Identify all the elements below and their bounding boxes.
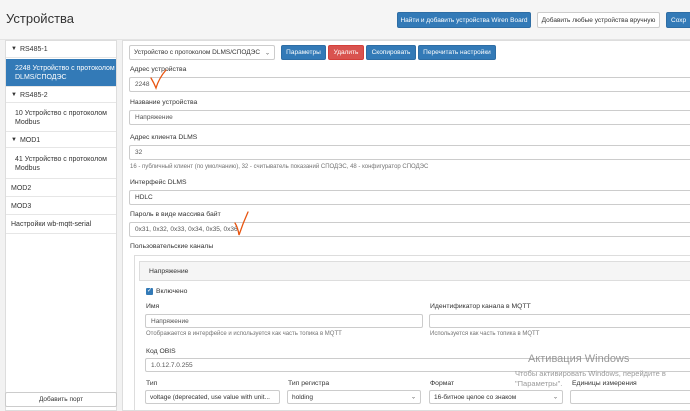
checkmark-annotation-icon	[150, 69, 167, 90]
register-type-value: holding	[292, 393, 313, 401]
units-input[interactable]	[570, 390, 690, 404]
parameters-button[interactable]: Параметры	[281, 45, 326, 60]
channel-name-help: Отображается в интерфейсе и используется…	[146, 331, 342, 337]
sidebar-item-mod1[interactable]: ▼ MOD1	[6, 133, 116, 148]
register-type-select[interactable]: holding ⌄	[287, 390, 421, 404]
checkmark-annotation-icon	[234, 211, 249, 236]
channel-header-title: Напряжение	[149, 268, 189, 275]
watermark-line-1: Чтобы активировать Windows, перейдите в	[515, 369, 666, 378]
channels-label: Пользовательские каналы	[130, 243, 214, 250]
sidebar-item-serial-settings[interactable]: Настройки wb-mqtt-serial	[6, 216, 116, 234]
copy-button[interactable]: Скопировать	[366, 45, 416, 60]
sidebar-item-mod2[interactable]: MOD2	[6, 180, 116, 197]
password-label: Пароль в виде массива байт	[130, 211, 221, 218]
address-value: 2248	[135, 81, 150, 88]
channel-header[interactable]: Напряжение	[139, 261, 690, 281]
save-button[interactable]: Сохр	[666, 12, 690, 28]
mqtt-id-input[interactable]	[429, 314, 690, 328]
type-select[interactable]: voltage (deprecated, use value with unit…	[145, 390, 280, 404]
add-port-button[interactable]: Добавить порт	[5, 392, 117, 407]
sidebar-item-device-41[interactable]: 41 Устройство с протоколом Modbus	[6, 149, 116, 179]
password-value: 0x31, 0x32, 0x33, 0x34, 0x35, 0x36	[135, 226, 238, 233]
sidebar-item-label: 10 Устройство с протоколом Modbus	[15, 109, 107, 126]
chevron-down-icon: ▼	[11, 91, 17, 98]
device-name-input[interactable]: Напряжение	[129, 110, 690, 125]
obis-label: Код OBIS	[146, 348, 176, 355]
mqtt-id-label: Идентификатор канала в MQTT	[430, 303, 531, 310]
type-label: Тип	[146, 380, 158, 387]
reread-settings-button[interactable]: Перечитать настройки	[418, 45, 496, 60]
format-select[interactable]: 16-битное целое со знаком ⌄	[429, 390, 563, 404]
sidebar-item-rs485-2[interactable]: ▼ RS485-2	[6, 88, 116, 103]
sidebar-item-device-2248[interactable]: 2248 Устройство с протоколом DLMS/СПОДЭС	[6, 59, 116, 87]
channel-name-input[interactable]: Напряжение	[145, 314, 423, 328]
page-title: Устройства	[6, 11, 75, 26]
add-device-manually-button[interactable]: Добавить любые устройства вручную	[537, 12, 660, 28]
format-label: Формат	[430, 380, 455, 387]
delete-button[interactable]: Удалить	[328, 45, 364, 60]
chevron-down-icon: ⌄	[410, 394, 416, 401]
sidebar-item-label: MOD3	[11, 202, 32, 210]
interface-select[interactable]: HDLC	[129, 190, 690, 205]
sidebar-item-rs485-1[interactable]: ▼ RS485-1	[6, 41, 116, 58]
type-value: voltage (deprecated, use value with unit…	[150, 393, 270, 401]
top-bar: Устройства Найти и добавить устройства W…	[0, 0, 690, 40]
sidebar-item-label: Настройки wb-mqtt-serial	[11, 221, 92, 228]
format-value: 16-битное целое со знаком	[434, 393, 517, 401]
sidebar-item-label: MOD2	[11, 184, 32, 192]
obis-value: 1.0.12.7.0.255	[151, 361, 193, 369]
register-type-label: Тип регистра	[288, 380, 330, 387]
chevron-down-icon: ▼	[11, 136, 17, 143]
address-input[interactable]: 2248	[129, 77, 690, 92]
enabled-label: Включено	[156, 288, 188, 295]
sidebar: ▼ RS485-1 2248 Устройство с протоколом D…	[5, 40, 117, 411]
sidebar-item-label: RS485-1	[19, 45, 48, 53]
units-label: Единицы измерения	[572, 380, 637, 387]
channel-name-label: Имя	[146, 303, 160, 310]
device-type-select[interactable]: Устройство с протоколом DLMS/СПОДЭС ⌄	[129, 45, 275, 60]
sidebar-item-label: 2248 Устройство с протоколом DLMS/СПОДЭС	[15, 64, 115, 81]
channel-name-value: Напряжение	[151, 317, 189, 325]
sidebar-item-label: RS485-2	[19, 91, 48, 99]
mqtt-id-help: Используется как часть топика в MQTT	[430, 331, 540, 337]
client-address-help: 16 - публичный клиент (по умолчанию), 32…	[130, 164, 429, 170]
find-add-devices-button[interactable]: Найти и добавить устройства Wiren Board	[397, 12, 531, 28]
chevron-down-icon: ⌄	[552, 394, 558, 401]
interface-value: HDLC	[135, 194, 153, 201]
watermark-line-2: "Параметры".	[515, 379, 563, 388]
sidebar-item-device-10[interactable]: 10 Устройство с протоколом Modbus	[6, 104, 116, 132]
sidebar-item-label: 41 Устройство с протоколом Modbus	[15, 155, 107, 172]
device-name-value: Напряжение	[135, 114, 173, 121]
chevron-down-icon: ▼	[11, 45, 17, 52]
enabled-checkbox[interactable]: ✓	[146, 288, 153, 295]
sidebar-item-mod3[interactable]: MOD3	[6, 198, 116, 215]
watermark-title: Активация Windows	[528, 353, 630, 365]
device-type-value: Устройство с протоколом DLMS/СПОДЭС	[134, 49, 261, 56]
sidebar-item-label: MOD1	[19, 136, 41, 144]
name-label: Название устройства	[130, 99, 198, 106]
chevron-down-icon: ⌄	[264, 50, 270, 56]
client-address-input[interactable]: 32	[129, 145, 690, 160]
interface-label: Интерфейс DLMS	[130, 179, 187, 186]
client-address-value: 32	[135, 149, 143, 156]
password-input[interactable]: 0x31, 0x32, 0x33, 0x34, 0x35, 0x36	[129, 222, 690, 237]
client-address-label: Адрес клиента DLMS	[130, 134, 198, 141]
